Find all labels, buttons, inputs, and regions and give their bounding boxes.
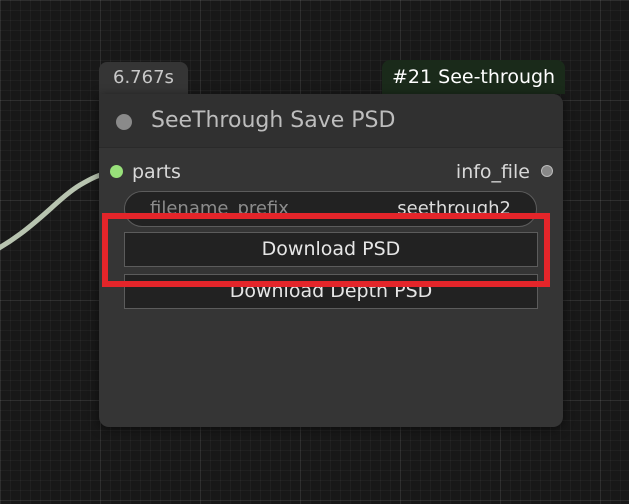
input-slot-parts-label: parts [132,161,181,183]
node-id-badge: #21 See-through [382,60,566,94]
filename-prefix-label: filename_prefix [150,198,289,219]
output-slot-info-file-label: info_file [455,161,530,183]
seethrough-save-psd-node[interactable]: SeeThrough Save PSD parts info_file file… [99,94,563,427]
download-depth-psd-button[interactable]: Download Depth PSD [124,274,538,309]
graph-canvas[interactable]: 6.767s #21 See-through SeeThrough Save P… [0,0,629,504]
node-title: SeeThrough Save PSD [151,108,396,133]
collapse-toggle-icon[interactable] [116,114,132,130]
filename-prefix-value: seethrough2 [397,198,511,219]
input-slot-parts-icon[interactable] [110,165,123,178]
filename-prefix-field[interactable]: filename_prefix seethrough2 [124,191,537,227]
execution-time-badge: 6.767s [99,62,188,94]
download-psd-button[interactable]: Download PSD [124,232,538,267]
output-slot-info-file-icon[interactable] [541,165,553,177]
node-header[interactable]: SeeThrough Save PSD [99,94,563,148]
